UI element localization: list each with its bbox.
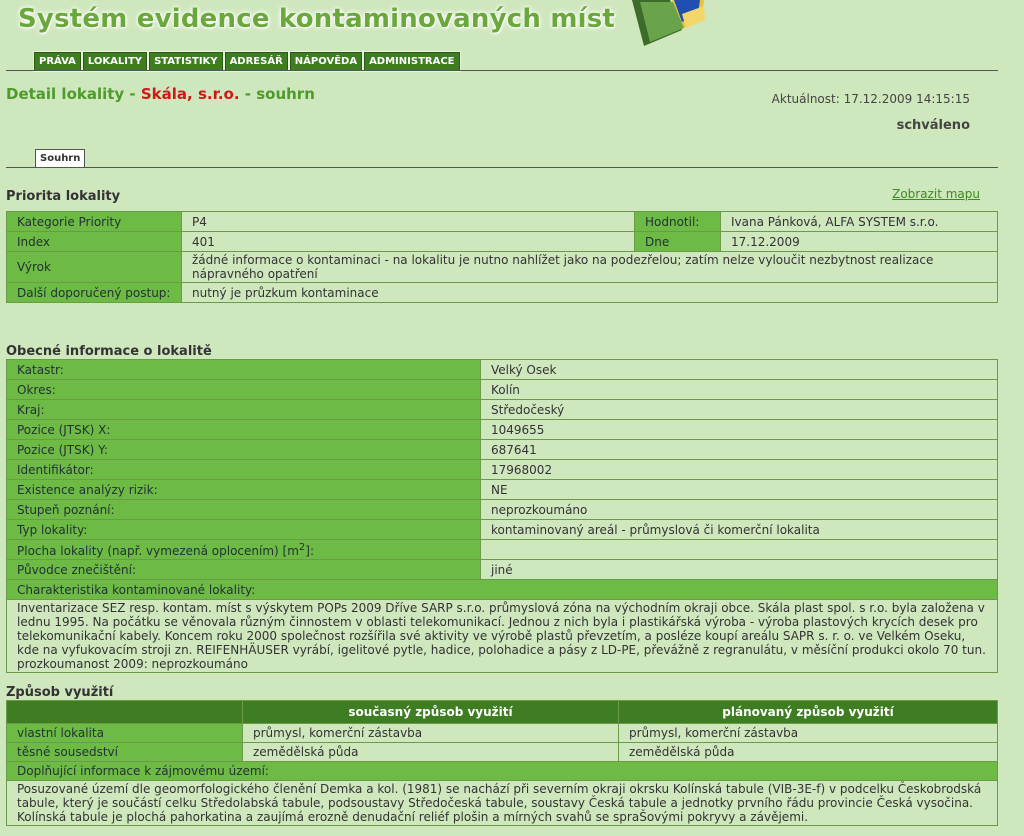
table-row: Původce znečištění: jiné [6, 559, 998, 580]
index-value: 401 [181, 231, 635, 252]
evaluator-label: Hodnotil: [634, 211, 721, 232]
risk-analysis-label: Existence analýzy rizik: [6, 479, 481, 500]
section-title-obecne: Obecné informace o lokalitě [6, 344, 212, 359]
location-name: Skála, s.r.o. [140, 85, 240, 103]
table-row: Index 401 Dne 17.12.2009 [6, 231, 998, 252]
planned-use-header: plánovaný způsob využití [618, 700, 998, 724]
jtsk-y-value: 687641 [480, 439, 998, 460]
table-row: Charakteristika kontaminované lokality: [6, 579, 998, 600]
menu-lokality[interactable]: LOKALITY [81, 51, 149, 72]
app-title: Systém evidence kontaminovaných míst [18, 4, 616, 34]
neighborhood-label: těsné sousedství [6, 742, 243, 762]
table-row: Doplňující informace k zájmovému území: [6, 761, 998, 781]
origin-label: Původce znečištění: [6, 559, 481, 580]
own-site-planned: průmysl, komerční zástavba [618, 723, 998, 743]
page-title-prefix: Detail lokality [6, 85, 125, 103]
site-type-label: Typ lokality: [6, 519, 481, 540]
table-row: Existence analýzy rizik: NE [6, 479, 998, 500]
index-label: Index [6, 231, 182, 252]
table-header-row: současný způsob využití plánovaný způsob… [6, 700, 998, 724]
verdict-label: Výrok [6, 251, 182, 283]
table-row: Posuzované území dle geomorfologického č… [6, 780, 998, 826]
characteristics-text: Inventarizace SEZ resp. kontam. míst s v… [6, 599, 998, 673]
page-title-suffix: souhrn [256, 85, 315, 103]
books-logo-icon [632, 0, 705, 46]
section-title-priorita: Priorita lokality [6, 189, 121, 204]
katastr-label: Katastr: [6, 359, 481, 380]
origin-value: jiné [480, 559, 998, 580]
show-map-link[interactable]: Zobrazit mapu [892, 187, 980, 201]
priority-value: P4 [181, 211, 635, 232]
table-row: Katastr: Velký Osek [6, 359, 998, 380]
neighborhood-planned: zemědělská půda [618, 742, 998, 762]
okres-value: Kolín [480, 379, 998, 400]
area-label-end: ]: [305, 543, 315, 558]
characteristics-label: Charakteristika kontaminované lokality: [6, 579, 998, 600]
menu-napoveda[interactable]: NÁPOVĚDA [288, 51, 364, 72]
katastr-value: Velký Osek [480, 359, 998, 380]
jtsk-x-label: Pozice (JTSK) X: [6, 419, 481, 440]
table-header [6, 700, 243, 724]
risk-analysis-value: NE [480, 479, 998, 500]
own-site-current: průmysl, komerční zástavba [242, 723, 619, 743]
status-badge: schváleno [896, 118, 970, 133]
date-value: 17.12.2009 [720, 231, 998, 252]
next-step-value: nutný je průzkum kontaminace [181, 282, 998, 303]
area-value [480, 539, 998, 560]
menu-adresar[interactable]: ADRESÁŘ [223, 51, 289, 72]
menu-prava[interactable]: PRÁVA [33, 51, 82, 72]
knowledge-level-value: neprozkoumáno [480, 499, 998, 520]
verdict-value: žádné informace o kontaminaci - na lokal… [181, 251, 998, 283]
table-row: Stupeň poznání: neprozkoumáno [6, 499, 998, 520]
area-label: Plocha lokality (např. vymezená oplocení… [6, 539, 481, 560]
next-step-label: Další doporučený postup: [6, 282, 182, 303]
jtsk-x-value: 1049655 [480, 419, 998, 440]
menu-statistiky[interactable]: STATISTIKY [148, 51, 224, 72]
header-divider [6, 70, 998, 71]
kraj-label: Kraj: [6, 399, 481, 420]
evaluator-value: Ivana Pánková, ALFA SYSTEM s.r.o. [720, 211, 998, 232]
priority-table: Kategorie Priority P4 Hodnotil: Ivana Pá… [6, 211, 998, 303]
knowledge-level-label: Stupeň poznání: [6, 499, 481, 520]
page-title: Detail lokality - Skála, s.r.o. - souhrn [6, 85, 315, 103]
table-row: Identifikátor: 17968002 [6, 459, 998, 480]
main-menu: PRÁVA LOKALITY STATISTIKY ADRESÁŘ NÁPOVĚ… [33, 51, 461, 72]
table-row: Typ lokality: kontaminovaný areál - průmy… [6, 519, 998, 540]
priority-label: Kategorie Priority [6, 211, 182, 232]
okres-label: Okres: [6, 379, 481, 400]
table-row: Kraj: Středočeský [6, 399, 998, 420]
table-row: vlastní lokalita průmysl, komerční zásta… [6, 723, 998, 743]
site-type-value: kontaminovaný areál - průmyslová či kome… [480, 519, 998, 540]
tabs-divider [6, 167, 998, 168]
general-info-table: Katastr: Velký Osek Okres: Kolín Kraj: Stře… [6, 359, 998, 673]
identifier-label: Identifikátor: [6, 459, 481, 480]
table-row: Okres: Kolín [6, 379, 998, 400]
section-title-zpusob: Způsob využití [6, 685, 114, 700]
area-label-text: Plocha lokality (např. vymezená oplocení… [17, 543, 299, 558]
table-row: Plocha lokality (např. vymezená oplocení… [6, 539, 998, 560]
land-use-table: současný způsob využití plánovaný způsob… [6, 700, 998, 826]
date-label: Dne [634, 231, 721, 252]
table-row: Kategorie Priority P4 Hodnotil: Ivana Pá… [6, 211, 998, 232]
current-use-header: současný způsob využití [242, 700, 619, 724]
table-row: Inventarizace SEZ resp. kontam. míst s v… [6, 599, 998, 673]
own-site-label: vlastní lokalita [6, 723, 243, 743]
identifier-value: 17968002 [480, 459, 998, 480]
extra-info-label: Doplňující informace k zájmovému území: [6, 761, 998, 781]
tab-souhrn[interactable]: Souhrn [35, 149, 86, 168]
neighborhood-current: zemědělská půda [242, 742, 619, 762]
last-updated: Aktuálnost: 17.12.2009 14:15:15 [771, 92, 970, 106]
page-title-sep: - [239, 85, 257, 103]
table-row: Další doporučený postup: nutný je průzku… [6, 282, 998, 303]
table-row: Výrok žádné informace o kontaminaci - na… [6, 251, 998, 283]
table-row: Pozice (JTSK) Y: 687641 [6, 439, 998, 460]
page-title-sep: - [124, 85, 141, 103]
table-row: Pozice (JTSK) X: 1049655 [6, 419, 998, 440]
kraj-value: Středočeský [480, 399, 998, 420]
extra-info-text: Posuzované území dle geomorfologického č… [6, 780, 998, 826]
menu-administrace[interactable]: ADMINISTRACE [363, 51, 461, 72]
table-row: těsné sousedství zemědělská půda zeměděl… [6, 742, 998, 762]
jtsk-y-label: Pozice (JTSK) Y: [6, 439, 481, 460]
